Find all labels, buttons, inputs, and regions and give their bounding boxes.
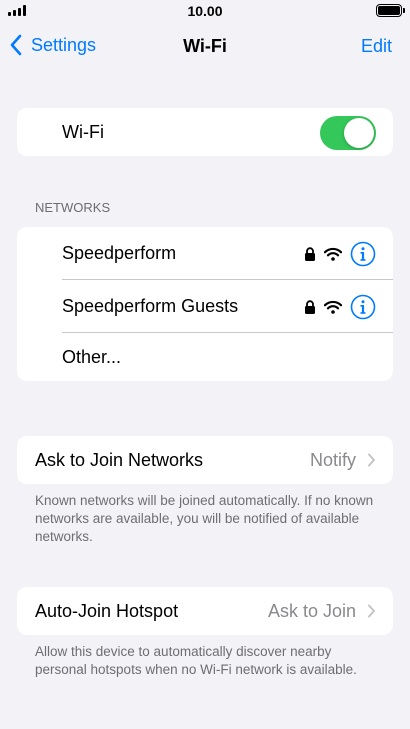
- back-label: Settings: [31, 34, 97, 55]
- edit-button[interactable]: Edit: [361, 36, 392, 57]
- chevron-right-icon: [368, 604, 375, 618]
- lock-icon: [304, 246, 316, 261]
- network-row[interactable]: Speedperform Guests: [17, 280, 393, 333]
- auto-join-footer: Allow this device to automatically disco…: [35, 644, 357, 677]
- other-network-label: Other...: [62, 346, 122, 367]
- back-button[interactable]: Settings: [9, 34, 96, 56]
- wifi-label: Wi-Fi: [62, 121, 104, 142]
- wifi-icon: [324, 247, 342, 261]
- auto-join-row[interactable]: Auto-Join Hotspot Ask to Join: [17, 587, 393, 635]
- ask-to-join-row[interactable]: Ask to Join Networks Notify: [17, 436, 393, 484]
- chevron-right-icon: [368, 453, 375, 467]
- ask-to-join-value: Notify: [309, 449, 356, 470]
- network-row[interactable]: Speedperform: [17, 227, 393, 280]
- auto-join-value: Ask to Join: [267, 600, 356, 621]
- status-time: 10.00: [187, 3, 223, 19]
- network-name: Speedperform: [62, 243, 177, 263]
- lock-icon: [304, 299, 316, 314]
- navigation-bar: Settings Wi-Fi Edit: [0, 28, 410, 64]
- battery-icon: [376, 4, 405, 17]
- ask-to-join-footer: Known networks will be joined automatica…: [35, 493, 374, 544]
- ask-to-join-label: Ask to Join Networks: [35, 449, 204, 470]
- other-network-row[interactable]: Other...: [17, 333, 393, 381]
- info-icon[interactable]: [350, 294, 376, 320]
- auto-join-label: Auto-Join Hotspot: [35, 600, 179, 621]
- networks-group: Speedperform Speedperform Guests Other..…: [17, 227, 393, 381]
- wifi-icon: [324, 300, 342, 314]
- networks-header: NETWORKS: [35, 200, 111, 215]
- wifi-row: Wi-Fi: [17, 108, 393, 156]
- network-name: Speedperform Guests: [62, 296, 239, 316]
- back-chevron-icon: [10, 34, 22, 56]
- wifi-toggle-group: Wi-Fi: [17, 108, 393, 156]
- wifi-toggle[interactable]: [320, 116, 376, 150]
- info-icon[interactable]: [350, 241, 376, 267]
- ask-to-join-group: Ask to Join Networks Notify: [17, 436, 393, 484]
- auto-join-group: Auto-Join Hotspot Ask to Join: [17, 587, 393, 635]
- status-bar: 10.00: [0, 0, 410, 24]
